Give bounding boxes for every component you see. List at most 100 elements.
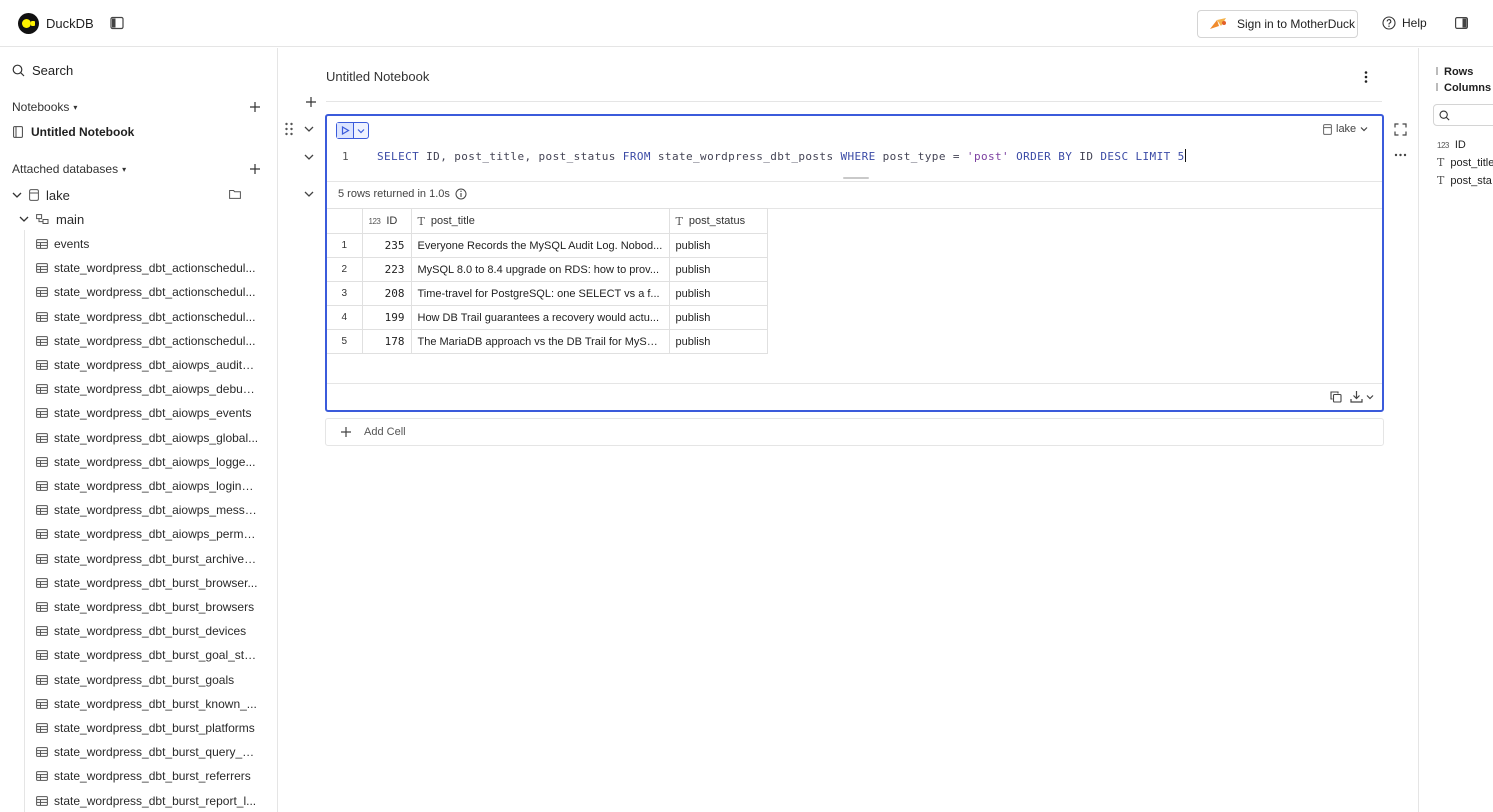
notebook-item[interactable]: Untitled Notebook: [13, 125, 134, 139]
sidebar-table-item[interactable]: state_wordpress_dbt_actionschedul...: [36, 307, 255, 327]
notebook-menu-icon[interactable]: [1362, 70, 1370, 84]
database-lake[interactable]: lake: [12, 185, 70, 205]
signin-motherduck-button[interactable]: Sign in to MotherDuck: [1197, 10, 1358, 38]
right-panel-toggle-icon[interactable]: [1455, 17, 1468, 29]
sidebar-toggle-icon[interactable]: [110, 16, 124, 30]
sql-cell: lake 1 SELECT ID, post_title, post_statu…: [325, 114, 1384, 412]
sidebar-table-label: state_wordpress_dbt_burst_browser...: [54, 575, 258, 590]
sidebar-table-item[interactable]: state_wordpress_dbt_aiowps_messa...: [36, 500, 259, 520]
add-cell-above-icon[interactable]: [305, 96, 317, 108]
column-search-input[interactable]: [1433, 104, 1493, 126]
tab-rows[interactable]: Rows: [1436, 66, 1473, 78]
info-icon[interactable]: [455, 188, 467, 200]
add-cell-button[interactable]: Add Cell: [325, 418, 1384, 446]
sidebar-table-item[interactable]: state_wordpress_dbt_burst_platforms: [36, 718, 255, 738]
sidebar-table-item[interactable]: state_wordpress_dbt_actionschedul...: [36, 258, 255, 278]
sidebar-table-item[interactable]: state_wordpress_dbt_burst_archived...: [36, 549, 259, 569]
download-button[interactable]: [1350, 390, 1374, 403]
schema-main[interactable]: main: [19, 209, 84, 229]
more-horizontal-icon[interactable]: [1394, 152, 1407, 158]
chevron-down-icon: [12, 192, 22, 198]
sidebar-table-item[interactable]: state_wordpress_dbt_aiowps_debug...: [36, 379, 259, 399]
table-icon: [36, 287, 48, 298]
row-number-cell[interactable]: 1: [327, 233, 363, 258]
table-icon: [36, 360, 48, 370]
run-options-button[interactable]: [354, 123, 368, 138]
add-notebook-icon[interactable]: [249, 101, 261, 113]
column-list-item[interactable]: Tpost_title: [1437, 156, 1493, 169]
help-button[interactable]: Help: [1382, 16, 1427, 30]
sidebar-table-item[interactable]: state_wordpress_dbt_burst_browsers: [36, 597, 254, 617]
sidebar-table-item[interactable]: state_wordpress_dbt_actionschedul...: [36, 331, 255, 351]
post-title-cell[interactable]: The MariaDB approach vs the DB Trail for…: [410, 329, 670, 354]
post-status-cell[interactable]: publish: [668, 305, 768, 330]
database-selector[interactable]: lake: [1323, 123, 1368, 135]
sidebar-table-item[interactable]: state_wordpress_dbt_burst_known_...: [36, 694, 257, 714]
text-type-icon: T: [1437, 174, 1445, 187]
column-list-item[interactable]: Tpost_sta: [1437, 174, 1492, 187]
text-cursor: [1184, 149, 1186, 162]
attached-databases-header[interactable]: Attached databases ▾: [12, 162, 126, 176]
column-header-post-status[interactable]: Tpost_status: [668, 208, 768, 234]
sql-token: WHERE: [840, 150, 876, 163]
sidebar-table-item[interactable]: state_wordpress_dbt_aiowps_events: [36, 403, 251, 423]
id-cell[interactable]: 235: [361, 233, 412, 258]
row-number-cell[interactable]: 4: [327, 305, 363, 330]
sidebar-table-item[interactable]: state_wordpress_dbt_burst_goal_sta...: [36, 645, 259, 665]
id-cell[interactable]: 178: [361, 329, 412, 354]
sidebar-table-item[interactable]: state_wordpress_dbt_burst_query_st...: [36, 742, 259, 762]
sidebar-table-item[interactable]: state_wordpress_dbt_aiowps_global...: [36, 428, 258, 448]
sidebar-table-label: state_wordpress_dbt_aiowps_logge...: [54, 454, 256, 469]
chevron-down-icon: [1366, 394, 1374, 399]
post-title-cell[interactable]: Everyone Records the MySQL Audit Log. No…: [410, 233, 670, 258]
sidebar-table-item[interactable]: state_wordpress_dbt_aiowps_logge...: [36, 452, 255, 472]
sidebar-table-item[interactable]: state_wordpress_dbt_burst_browser...: [36, 573, 257, 593]
column-list-item[interactable]: 123 ID: [1437, 139, 1466, 151]
post-status-cell[interactable]: publish: [668, 257, 768, 282]
notebooks-section-header[interactable]: Notebooks ▾: [12, 100, 77, 114]
id-cell[interactable]: 223: [361, 257, 412, 282]
notebook-title[interactable]: Untitled Notebook: [326, 69, 429, 84]
row-number-cell[interactable]: 3: [327, 281, 363, 306]
table-icon: [36, 553, 48, 564]
expand-icon[interactable]: [1394, 123, 1407, 136]
caret-down-icon: ▾: [122, 164, 127, 174]
post-status-cell[interactable]: publish: [668, 329, 768, 354]
row-number-cell[interactable]: 2: [327, 257, 363, 282]
tab-columns[interactable]: Columns: [1436, 82, 1491, 94]
sidebar-table-item[interactable]: state_wordpress_dbt_aiowps_login_l...: [36, 476, 259, 496]
sidebar-table-label: state_wordpress_dbt_actionschedul...: [54, 309, 256, 324]
row-number-cell[interactable]: 5: [327, 329, 363, 354]
sidebar-table-item[interactable]: state_wordpress_dbt_actionschedul...: [36, 282, 255, 302]
editor-resize-handle[interactable]: [843, 177, 869, 179]
collapse-cell-chevron-icon[interactable]: [304, 125, 314, 133]
sidebar-table-item[interactable]: state_wordpress_dbt_aiowps_audit_l...: [36, 355, 259, 375]
table-row: 3 208 Time-travel for PostgreSQL: one SELE…: [327, 281, 768, 306]
id-cell[interactable]: 208: [361, 281, 412, 306]
column-name: post_sta: [1450, 174, 1492, 187]
post-status-cell[interactable]: publish: [668, 233, 768, 258]
table-icon: [36, 456, 48, 467]
column-header-id[interactable]: 123 ID: [361, 208, 412, 234]
folder-icon[interactable]: [229, 189, 241, 199]
post-status-cell[interactable]: publish: [668, 281, 768, 306]
post-title-cell[interactable]: How DB Trail guarantees a recovery would…: [410, 305, 670, 330]
id-cell[interactable]: 199: [361, 305, 412, 330]
sidebar-table-item[interactable]: state_wordpress_dbt_aiowps_perma...: [36, 524, 259, 544]
run-button[interactable]: [337, 123, 354, 138]
attach-database-icon[interactable]: [249, 163, 261, 175]
collapse-code-chevron-icon[interactable]: [304, 153, 314, 161]
copy-icon[interactable]: [1330, 391, 1342, 403]
post-title-cell[interactable]: MySQL 8.0 to 8.4 upgrade on RDS: how to …: [410, 257, 670, 282]
sidebar-table-item[interactable]: state_wordpress_dbt_burst_report_l...: [36, 791, 256, 811]
column-header-post-title[interactable]: Tpost_title: [410, 208, 670, 234]
sidebar-table-item[interactable]: state_wordpress_dbt_burst_goals: [36, 670, 234, 690]
collapse-results-chevron-icon[interactable]: [304, 190, 314, 198]
sidebar-table-item[interactable]: state_wordpress_dbt_burst_referrers: [36, 766, 251, 786]
sidebar-table-item[interactable]: events: [36, 234, 89, 254]
post-title-cell[interactable]: Time-travel for PostgreSQL: one SELECT v…: [410, 281, 670, 306]
sidebar-search[interactable]: Search: [12, 63, 73, 78]
sql-editor[interactable]: SELECT ID, post_title, post_status FROM …: [377, 149, 1186, 163]
sidebar-table-item[interactable]: state_wordpress_dbt_burst_devices: [36, 621, 246, 641]
drag-handle-icon[interactable]: [284, 122, 294, 136]
